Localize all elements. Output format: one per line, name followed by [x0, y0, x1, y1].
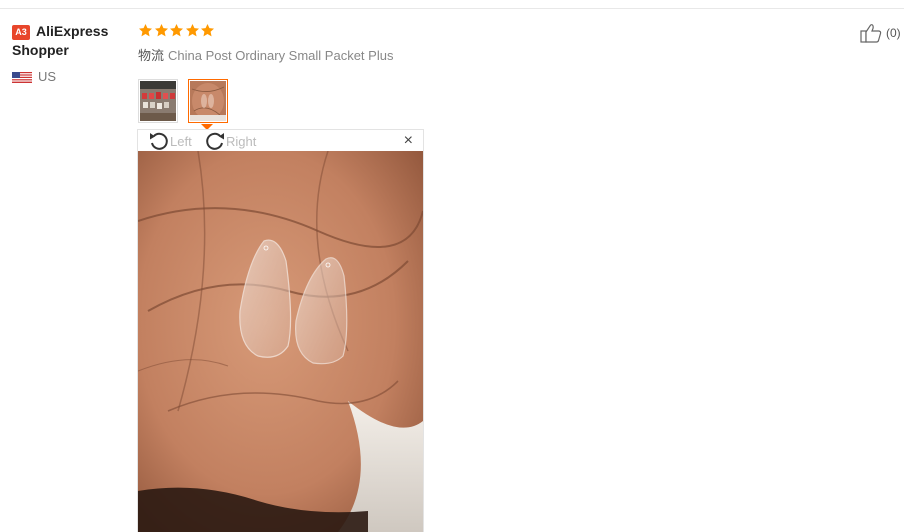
logistics-label: 物流 — [138, 48, 165, 63]
rotate-left-icon — [150, 132, 168, 150]
section-divider — [0, 8, 904, 9]
nail-tips-tray-photo — [140, 81, 176, 121]
thumbs-up-icon — [860, 24, 882, 43]
rotate-right-icon — [206, 132, 224, 150]
photo-thumbnails — [138, 79, 238, 130]
helpful-count: (0) — [886, 26, 901, 40]
close-viewer-button[interactable]: × — [404, 133, 413, 149]
rotate-left-button[interactable]: Left — [148, 130, 192, 152]
reviewer-name: A3 AliExpress — [12, 22, 130, 41]
logistics-info: 物流 China Post Ordinary Small Packet Plus — [138, 45, 393, 64]
rotate-left-label: Left — [170, 133, 192, 149]
star-icon — [201, 23, 214, 37]
nail-tips-in-palm-photo — [138, 151, 423, 532]
reviewer-country: US — [12, 69, 130, 84]
helpful-button[interactable]: (0) — [860, 23, 901, 43]
viewer-toolbar: Left Right × — [138, 130, 423, 151]
buyer-level-badge: A3 — [12, 25, 30, 40]
star-icon — [170, 23, 183, 37]
reviewer-name-line1: AliExpress — [36, 23, 109, 39]
rotate-right-label: Right — [226, 133, 257, 149]
reviewer-name-line2: Shopper — [12, 42, 69, 58]
star-icon — [139, 23, 152, 37]
photo-thumb-2[interactable] — [188, 79, 228, 130]
reviewer-info: A3 AliExpress Shopper US — [12, 22, 130, 84]
star-icon — [185, 23, 199, 37]
star-rating — [138, 23, 216, 38]
country-code: US — [38, 69, 57, 84]
star-icon — [154, 23, 168, 37]
us-flag-icon — [12, 71, 32, 83]
nail-tips-in-palm-photo — [190, 81, 226, 121]
rotate-right-button[interactable]: Right — [204, 130, 256, 152]
logistics-value: China Post Ordinary Small Packet Plus — [168, 48, 394, 63]
enlarged-photo — [138, 151, 423, 532]
photo-thumb-1[interactable] — [138, 79, 178, 123]
image-viewer: Left Right × — [137, 129, 424, 532]
